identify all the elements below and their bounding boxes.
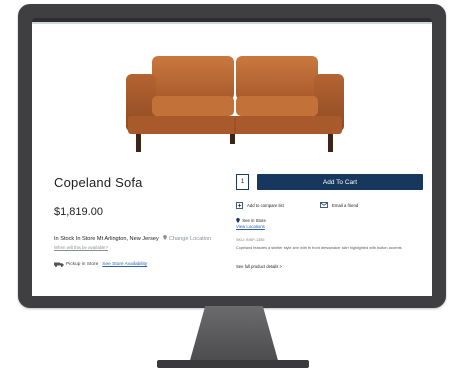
when-available-link[interactable]: When will this be available? bbox=[54, 245, 108, 250]
product-image-sofa bbox=[126, 56, 344, 152]
view-locations-link[interactable]: View Locations bbox=[236, 224, 266, 229]
email-label: Email a friend bbox=[332, 202, 359, 208]
quantity-input[interactable]: 1 bbox=[236, 174, 249, 190]
product-price: $1,819.00 bbox=[54, 206, 103, 218]
email-friend-button[interactable]: Email a friend bbox=[320, 202, 358, 208]
add-to-cart-button[interactable]: Add To Cart bbox=[257, 174, 423, 190]
product-title: Copeland Sofa bbox=[54, 175, 143, 190]
truck-icon bbox=[54, 262, 64, 267]
product-sku: SKU: INSP-1355 bbox=[236, 238, 265, 242]
change-location-link[interactable]: Change Location bbox=[163, 235, 212, 242]
pickup-label: Pickup in Store bbox=[66, 262, 99, 267]
stock-status: In Stock In Store Mt Arlington, New Jers… bbox=[54, 235, 211, 242]
stock-status-text: In Stock In Store Mt Arlington, New Jers… bbox=[54, 236, 159, 242]
monitor-stand-base bbox=[157, 360, 309, 368]
store-availability-link[interactable]: See Store Availability bbox=[102, 262, 147, 267]
see-in-store: See in Store View Locations bbox=[236, 218, 266, 229]
compare-label: Add to compare list bbox=[247, 203, 284, 208]
compare-plus-icon bbox=[236, 202, 243, 209]
envelope-icon bbox=[320, 202, 328, 208]
screen-header-line bbox=[32, 22, 432, 24]
change-location-label: Change Location bbox=[168, 236, 212, 242]
see-in-store-label: See in Store bbox=[242, 218, 266, 224]
monitor-screen: Copeland Sofa $1,819.00 In Stock In Stor… bbox=[32, 22, 432, 296]
monitor-stand-neck bbox=[189, 306, 279, 364]
full-details-link[interactable]: See full product details > bbox=[236, 264, 282, 269]
add-to-compare-button[interactable]: Add to compare list bbox=[236, 202, 284, 209]
location-pin-icon bbox=[163, 235, 168, 240]
product-description: Copeland features a shelter style arm wi… bbox=[236, 246, 402, 250]
pickup-in-store: Pickup in Store See Store Availability bbox=[54, 262, 147, 267]
